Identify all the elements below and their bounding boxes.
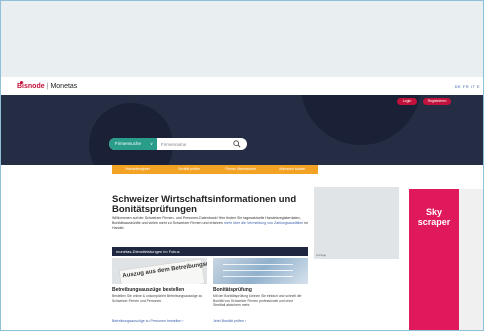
hero-circle-decoration [89, 103, 173, 165]
card-link[interactable]: Betreibungsauszüge zu Personen bestellen… [112, 319, 184, 323]
image-line [223, 264, 293, 265]
document-image: Auszug aus dem Betreibungsregister [112, 258, 207, 284]
card-link[interactable]: Jetzt Bonität prüfen › [213, 319, 246, 323]
search-type-label: Firmensuche [115, 141, 142, 146]
hero-banner: Login Registrieren Firmensuche ∨ [1, 95, 483, 165]
advertisement-box[interactable]: Anzeige [314, 187, 399, 259]
image-line [223, 276, 293, 277]
image-line [223, 270, 293, 271]
nav-item-adressen-kaufen[interactable]: Adressen kaufen [267, 165, 319, 174]
logo-dot-icon [20, 81, 23, 84]
logo-brand: Bisnode [17, 83, 45, 90]
card-title[interactable]: Betreibungsauszüge bestellen [112, 287, 207, 293]
skyscraper-text: Sky scraper [409, 207, 459, 227]
page-title: Schweizer Wirtschaftsinformationen und B… [112, 194, 297, 215]
technology-image [213, 258, 308, 284]
skyscraper-ad[interactable]: Sky scraper [409, 189, 459, 330]
login-button[interactable]: Login [397, 98, 417, 105]
service-card-betreibungsauszuege: Auszug aus dem Betreibungsregister Betre… [112, 258, 207, 330]
site-header: Bisnode | Monetas DE FR IT E [1, 77, 483, 95]
intro-link[interactable]: mehr über die Vermeidung von Zahlungsaus… [224, 221, 303, 225]
service-card-bonitaetspruefung: Bonitätsprüfung Mit der Bonitätsprüfung … [213, 258, 308, 330]
main-content: Schweizer Wirtschaftsinformationen und B… [112, 174, 308, 330]
chevron-right-icon: › [182, 319, 184, 323]
card-text: Mit der Bonitätsprüfung können Sie einfa… [213, 294, 302, 307]
chevron-down-icon: ∨ [150, 141, 153, 146]
nav-item-handelsregister[interactable]: Handelsregister [112, 165, 164, 174]
skyscraper-line-1: Sky [425, 207, 442, 217]
language-switcher[interactable]: DE FR IT E [455, 84, 480, 89]
intro-text: Willkommen auf der Schweizer Firmen- und… [112, 216, 308, 231]
nav-item-bonitaet-pruefen[interactable]: Bonität prüfen [164, 165, 216, 174]
blank-top-area [1, 1, 483, 77]
skyscraper-line-2: scraper [417, 217, 451, 227]
card-title[interactable]: Bonitätsprüfung [213, 287, 308, 293]
nav-item-firmen-ueberwachen[interactable]: Firmen überwachen [215, 165, 267, 174]
bisnode-monetas-logo[interactable]: Bisnode | Monetas [17, 81, 78, 90]
card-text: Bestellen Sie online & unkompliziert Bet… [112, 294, 203, 303]
main-navigation: Handelsregister Bonität prüfen Firmen üb… [112, 165, 318, 174]
search-type-dropdown[interactable]: Firmensuche ∨ [109, 138, 157, 150]
webpage: Bisnode | Monetas DE FR IT E Login Registr… [1, 77, 483, 330]
skyscraper-side-panel [459, 189, 483, 330]
search-icon[interactable] [233, 140, 241, 148]
logo-product: Monetas [50, 83, 78, 90]
card-link-label: Jetzt Bonität prüfen [213, 319, 244, 323]
card-link-label: Betreibungsauszüge zu Personen bestellen [112, 319, 182, 323]
focus-section-header: monetas-Dienstleistungen im Fokus [112, 247, 308, 256]
chevron-right-icon: › [244, 319, 247, 323]
register-button[interactable]: Registrieren [423, 98, 451, 105]
company-name-input[interactable] [161, 138, 231, 150]
company-search-bar: Firmensuche ∨ [109, 138, 247, 150]
ad-label: Anzeige [316, 253, 327, 257]
